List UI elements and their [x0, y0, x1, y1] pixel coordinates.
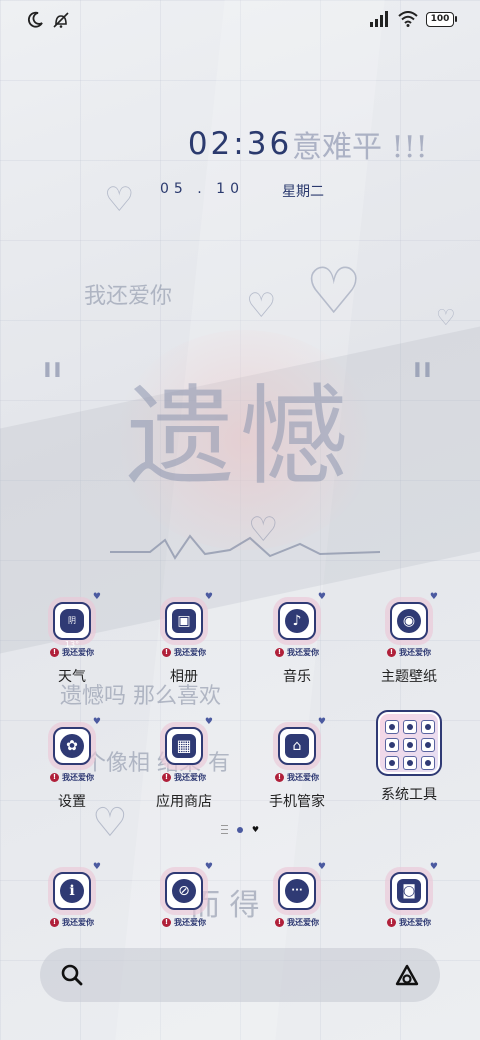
settings-icon: ✿	[60, 734, 84, 758]
alert-icon: !	[162, 648, 171, 657]
icon-tag-text: 我还爱你	[399, 647, 431, 657]
moon-icon	[27, 11, 43, 28]
heart-badge-icon: ♥	[92, 717, 101, 727]
app-weather[interactable]: 阴 13°♥ !我还爱你 天气	[22, 592, 122, 686]
camera-icon: ◙	[397, 879, 421, 903]
heart-badge-icon: ♥	[317, 592, 326, 602]
icon-tag-text: 我还爱你	[62, 772, 94, 782]
wallpaper-title-tail: 意难平 !!!	[292, 130, 428, 165]
app-label: 相册	[170, 669, 198, 685]
alert-icon: !	[50, 918, 59, 927]
page-list-icon	[220, 825, 228, 834]
mute-icon	[53, 12, 69, 28]
gallery-icon: ▣	[172, 609, 196, 633]
alert-icon: !	[50, 773, 59, 782]
icon-tag-text: 我还爱你	[62, 917, 94, 927]
heart-badge-icon: ♥	[317, 717, 326, 727]
app-label: 主题壁纸	[381, 669, 437, 685]
app-phone-manager[interactable]: ⌂ ♥ ! 我还爱你 手机管家	[247, 717, 347, 811]
alert-icon: !	[275, 918, 284, 927]
icon-tag-text: 我还爱你	[399, 917, 431, 927]
dock-app-info[interactable]: i ♥ ! 我还爱你	[22, 862, 122, 928]
status-bar: 100	[0, 0, 480, 40]
dock-app-camera[interactable]: ◙ ♥ ! 我还爱你	[359, 862, 459, 928]
alert-icon: !	[275, 773, 284, 782]
app-label: 系统工具	[381, 787, 437, 803]
heart-badge-icon: ♥	[204, 717, 213, 727]
app-label: 手机管家	[269, 794, 325, 810]
heart-badge-icon: ♥	[92, 592, 101, 602]
app-label: 天气	[58, 669, 86, 685]
lockscreen-weekday: 星期二	[281, 184, 324, 200]
app-store-icon: ▦	[172, 734, 196, 758]
wifi-icon	[398, 11, 418, 27]
icon-tag-text: 我还爱你	[287, 917, 319, 927]
icon-tag-text: 我还爱你	[174, 772, 206, 782]
app-music[interactable]: ♪ ♥ ! 我还爱你 音乐	[247, 592, 347, 686]
app-label: 音乐	[283, 669, 311, 685]
heart-badge-icon: ♥	[204, 592, 213, 602]
doodle-heart-icon: ♡	[104, 180, 135, 220]
alert-icon: !	[387, 648, 396, 657]
icon-tag-text: 我还爱你	[287, 772, 319, 782]
heart-badge-icon: ♥	[92, 862, 101, 872]
icon-tag-text: 我还爱你	[174, 647, 206, 657]
doodle-heart-icon: ♡	[246, 286, 277, 326]
alert-icon: !	[387, 918, 396, 927]
security-icon: ⌂	[285, 734, 309, 758]
messages-icon: ···	[285, 879, 309, 903]
alert-icon: !	[162, 773, 171, 782]
alert-icon: !	[275, 648, 284, 657]
wallpaper-big-word: 遗憾	[125, 375, 354, 500]
icon-tag-text: 我还爱你	[174, 917, 206, 927]
app-settings[interactable]: ✿ ♥ ! 我还爱你 设置	[22, 717, 122, 811]
heart-badge-icon: ♥	[429, 862, 438, 872]
search-icon[interactable]	[60, 963, 84, 987]
app-label: 设置	[58, 794, 86, 810]
page-heart-icon: ♥	[251, 825, 260, 834]
dock-app-browser[interactable]: ⊘ ♥ ! 我还爱你	[134, 862, 234, 928]
app-gallery[interactable]: ▣ ♥ ! 我还爱你 相册	[134, 592, 234, 686]
music-icon: ♪	[285, 609, 309, 633]
app-label: 应用商店	[156, 794, 212, 810]
doodle-heart-icon: ♡	[436, 306, 456, 331]
lockscreen-date: 05 . 10	[160, 181, 244, 197]
alert-icon: !	[162, 918, 171, 927]
assistant-icon[interactable]	[394, 963, 420, 987]
heart-badge-icon: ♥	[429, 592, 438, 602]
doodle-heart-icon: ♡	[305, 255, 363, 329]
app-store[interactable]: ▦ ♥ ! 我还爱你 应用商店	[134, 717, 234, 811]
page-indicator[interactable]: ♥	[0, 825, 480, 834]
wallpaper-line1: 我还爱你	[84, 284, 173, 309]
heart-badge-icon: ♥	[204, 862, 213, 872]
info-icon: i	[60, 879, 84, 903]
icon-tag-text: 我还爱你	[287, 647, 319, 657]
folder-icon	[376, 710, 442, 776]
doodle-heartbeat-line	[110, 534, 380, 560]
date-row[interactable]: 05 . 10 星期二	[160, 181, 324, 201]
search-bar[interactable]	[40, 948, 440, 1002]
alert-icon: !	[50, 648, 59, 657]
folder-system-tools[interactable]: 系统工具	[359, 710, 459, 804]
browser-icon: ⊘	[172, 879, 196, 903]
themes-icon: ◉	[397, 609, 421, 633]
page-dot-current	[236, 826, 243, 833]
heart-badge-icon: ♥	[317, 862, 326, 872]
battery-icon: 100	[426, 11, 457, 27]
weather-icon: 阴 13°	[60, 609, 84, 649]
dock-app-messages[interactable]: ··· ♥ ! 我还爱你	[247, 862, 347, 928]
signal-icon	[370, 11, 388, 27]
app-themes[interactable]: ◉ ♥ ! 我还爱你 主题壁纸	[359, 592, 459, 686]
